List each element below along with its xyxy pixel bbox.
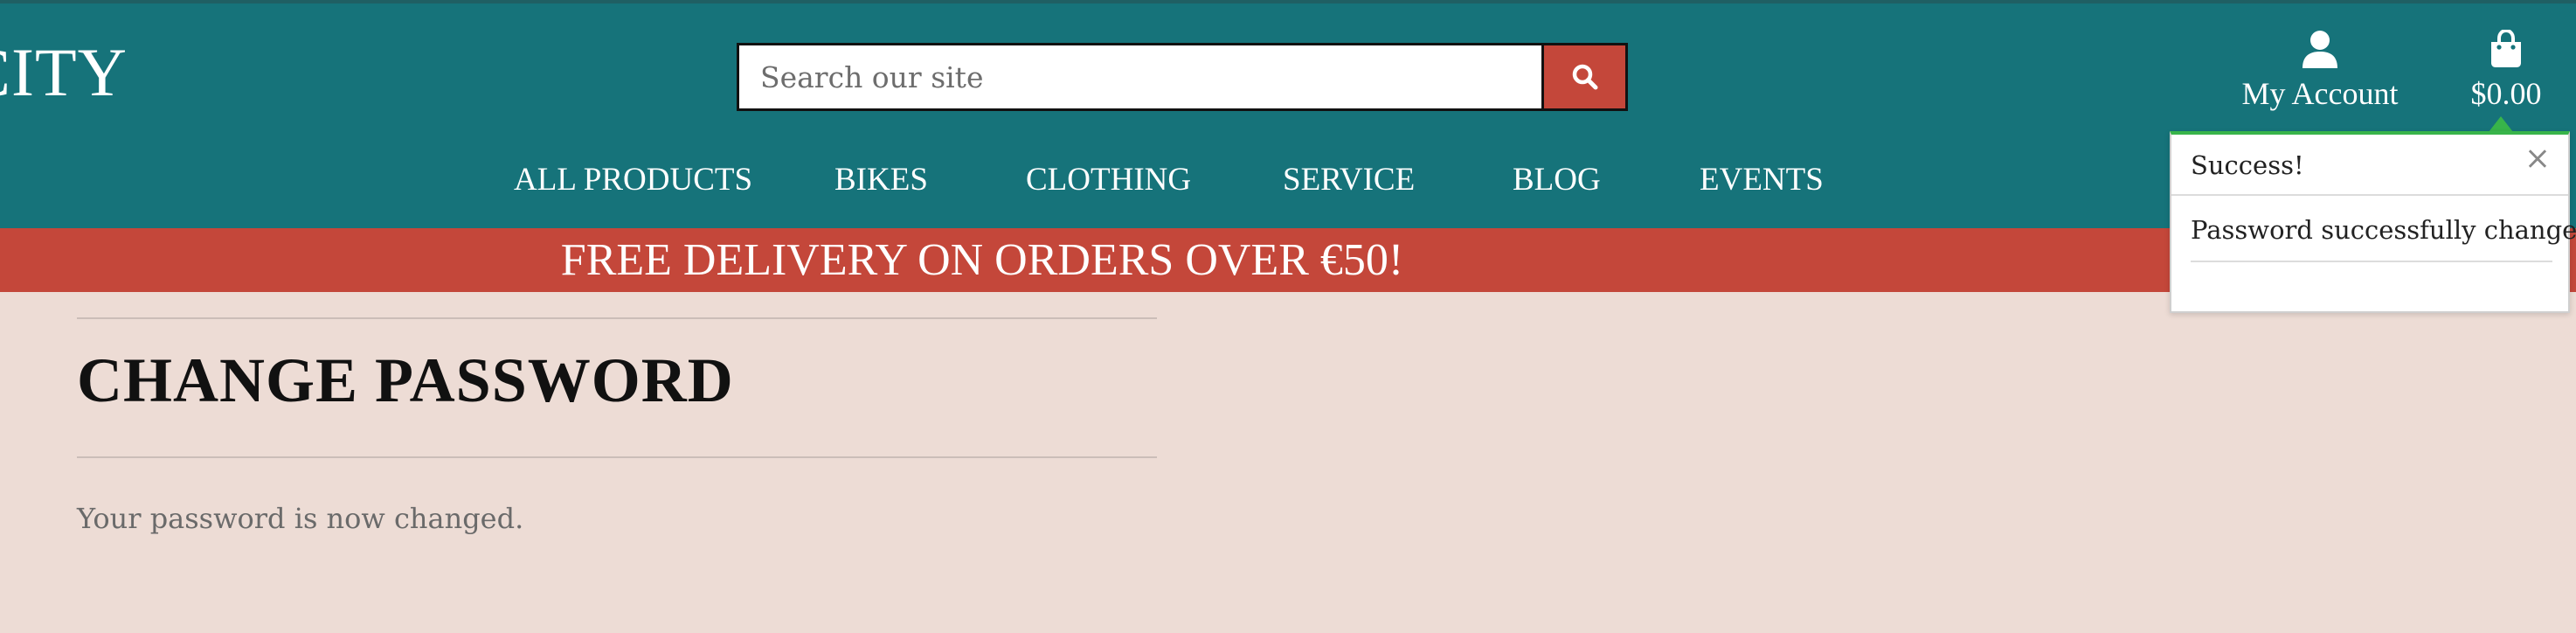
search-button[interactable] <box>1541 43 1628 111</box>
nav-item-all-products[interactable]: ALL PRODUCTS <box>514 161 752 198</box>
status-message: Your password is now changed. <box>77 502 524 535</box>
nav-item-blog[interactable]: BLOG <box>1513 161 1601 198</box>
search-icon <box>1572 64 1597 90</box>
nav-item-clothing[interactable]: CLOTHING <box>1026 161 1191 198</box>
promo-banner-text: FREE DELIVERY ON ORDERS OVER €50! <box>560 235 1404 285</box>
nav-item-service[interactable]: SERVICE <box>1283 161 1415 198</box>
toast-message: Password successfully changed. <box>2191 215 2576 262</box>
site-logo[interactable]: CITY <box>0 33 128 112</box>
nav-item-events[interactable]: EVENTS <box>1700 161 1824 198</box>
toast-pointer <box>2489 116 2513 132</box>
toast-header: Success! × <box>2171 135 2568 196</box>
nav-item-bikes[interactable]: BIKES <box>834 161 928 198</box>
cart-total: $0.00 <box>2470 76 2542 111</box>
cart-link[interactable]: $0.00 <box>2454 28 2559 112</box>
divider-bottom <box>77 456 1157 458</box>
success-toast: Success! × Password successfully changed… <box>2170 131 2576 313</box>
divider-top <box>77 317 1157 319</box>
page-title: CHANGE PASSWORD <box>77 345 734 415</box>
my-account-label: My Account <box>2241 76 2399 111</box>
user-icon <box>2302 31 2337 68</box>
toast-title: Success! <box>2191 150 2304 180</box>
my-account-link[interactable]: My Account <box>2237 30 2403 112</box>
search-input[interactable] <box>737 43 1541 111</box>
close-icon[interactable]: × <box>2524 143 2551 175</box>
shopping-bag-icon <box>2491 28 2521 67</box>
search-form <box>737 43 1628 111</box>
